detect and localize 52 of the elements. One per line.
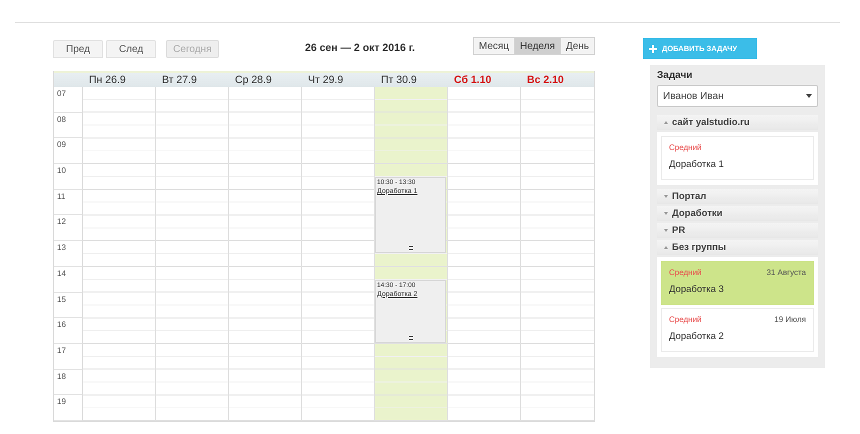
group-header[interactable]: Доработки bbox=[657, 206, 818, 221]
nav-button[interactable]: След bbox=[106, 40, 156, 58]
day-header: Пн 26.9 bbox=[88, 73, 127, 87]
task-card[interactable]: Средний 19 Июля Доработка 2 bbox=[661, 308, 814, 352]
resize-handle-icon[interactable] bbox=[408, 336, 412, 340]
hour-label: 07 bbox=[56, 89, 66, 98]
task-card[interactable]: Средний 31 Августа Доработка 3 bbox=[661, 261, 814, 305]
assignee-select[interactable]: Иванов Иван bbox=[657, 85, 818, 107]
group-name: Доработки bbox=[672, 208, 722, 219]
group-name: Без группы bbox=[672, 242, 726, 253]
hour-label: 14 bbox=[56, 268, 66, 278]
hour-label: 17 bbox=[56, 346, 66, 355]
hour-label: 13 bbox=[56, 243, 66, 252]
task-date: 31 Августа bbox=[766, 268, 806, 277]
hour-label: 18 bbox=[56, 372, 66, 381]
group-name: PR bbox=[672, 225, 686, 236]
hour-label: 08 bbox=[56, 114, 66, 124]
date-range-title: 26 сен — 2 окт 2016 г. bbox=[304, 42, 416, 54]
hour-label: 15 bbox=[56, 294, 66, 304]
group-name: сайт yalstudio.ru bbox=[672, 117, 750, 128]
tasks-title: Задачи bbox=[657, 70, 694, 81]
hour-label: 19 bbox=[56, 397, 66, 406]
group-header[interactable]: Без группы bbox=[657, 240, 818, 255]
task-card[interactable]: Средний Доработка 1 bbox=[661, 136, 814, 180]
day-header: Пт 30.9 bbox=[380, 73, 418, 87]
task-title: Доработка 1 bbox=[669, 159, 725, 170]
day-header: Вт 27.9 bbox=[161, 73, 198, 87]
day-header: Ср 28.9 bbox=[234, 73, 273, 87]
view-tab[interactable]: Неделя bbox=[514, 37, 561, 55]
day-header: Вс 2.10 bbox=[526, 73, 565, 87]
hour-label: 12 bbox=[56, 217, 66, 226]
view-tab[interactable]: Месяц bbox=[472, 37, 516, 55]
task-title: Доработка 3 bbox=[669, 284, 725, 295]
day-header: Чт 29.9 bbox=[307, 73, 344, 87]
view-tab[interactable]: День bbox=[560, 37, 595, 55]
group-header[interactable]: PR bbox=[657, 223, 818, 238]
group-name: Портал bbox=[672, 191, 706, 202]
plus-icon bbox=[649, 44, 657, 52]
task-title: Доработка 2 bbox=[669, 331, 725, 342]
hour-label: 10 bbox=[56, 166, 66, 176]
group-header[interactable]: Портал bbox=[657, 189, 818, 204]
dropdown-caret-icon bbox=[806, 94, 812, 98]
priority-label: Средний bbox=[669, 143, 702, 152]
group-header[interactable]: сайт yalstudio.ru bbox=[657, 115, 818, 130]
task-date: 19 Июля bbox=[774, 315, 806, 324]
hour-label: 09 bbox=[56, 140, 66, 150]
priority-label: Средний bbox=[669, 268, 702, 277]
hour-label: 11 bbox=[56, 192, 66, 201]
hour-label: 16 bbox=[56, 320, 66, 330]
nav-button[interactable]: Пред bbox=[53, 40, 103, 58]
day-header: Сб 1.10 bbox=[453, 73, 492, 87]
priority-label: Средний bbox=[669, 315, 702, 324]
